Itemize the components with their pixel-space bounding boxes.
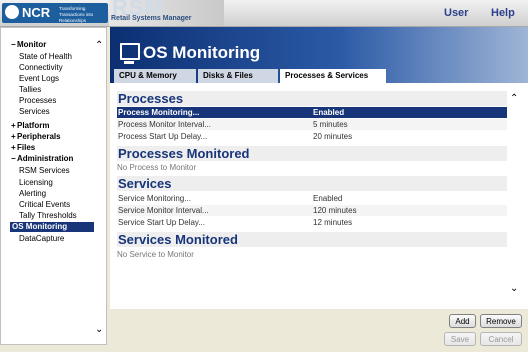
setting-value: 20 minutes <box>313 132 353 141</box>
empty-services-message: No Service to Monitor <box>117 250 194 259</box>
section-title-processes: Processes <box>117 91 507 106</box>
sidebar-item-datacapture[interactable]: DataCapture <box>19 234 64 244</box>
sidebar-item-state-of-health[interactable]: State of Health <box>19 52 72 62</box>
sidebar-item-licensing[interactable]: Licensing <box>19 178 53 188</box>
setting-value: Enabled <box>313 108 345 117</box>
table-row[interactable]: Process Monitoring... Enabled <box>117 107 507 118</box>
ncr-mark-icon <box>5 5 19 19</box>
ncr-logo: NCR Transforming Transactions into Relat… <box>2 3 108 23</box>
setting-label: Service Monitor Interval... <box>118 206 209 215</box>
setting-value: 5 minutes <box>313 120 348 129</box>
table-row[interactable]: Process Start Up Delay... 20 minutes <box>117 131 507 142</box>
setting-label: Process Start Up Delay... <box>118 132 208 141</box>
tab-cpu-memory[interactable]: CPU & Memory <box>114 69 196 83</box>
setting-value: 12 minutes <box>313 218 353 227</box>
table-row[interactable]: Process Monitor Interval... 5 minutes <box>117 119 507 130</box>
sidebar-item-os-monitoring[interactable]: OS Monitoring <box>10 222 94 232</box>
sidebar-category-monitor[interactable]: −Monitor <box>11 40 46 50</box>
setting-label: Service Monitoring... <box>118 194 191 203</box>
setting-label: Service Start Up Delay... <box>118 218 205 227</box>
sidebar-item-services[interactable]: Services <box>19 107 50 117</box>
sidebar-scroll-down-icon[interactable]: ⌄ <box>95 324 103 335</box>
content-scroll-up-icon[interactable]: ⌃ <box>510 93 518 104</box>
sidebar-category-files[interactable]: +Files <box>11 143 35 153</box>
sidebar-nav: ⌃ −Monitor State of Health Connectivity … <box>0 27 107 345</box>
sidebar-item-tallies[interactable]: Tallies <box>19 85 41 95</box>
rsm-logo: RSM Retail Systems Manager <box>109 0 224 26</box>
sidebar-item-alerting[interactable]: Alerting <box>19 189 46 199</box>
table-row[interactable]: Service Start Up Delay... 12 minutes <box>117 217 507 228</box>
section-title-processes-monitored: Processes Monitored <box>117 146 507 161</box>
top-bar: NCR Transforming Transactions into Relat… <box>0 0 528 27</box>
tab-disks-files[interactable]: Disks & Files <box>198 69 278 83</box>
content-scroll-down-icon[interactable]: ⌄ <box>510 283 518 294</box>
add-button[interactable]: Add <box>449 314 476 328</box>
sidebar-category-administration[interactable]: −Administration <box>11 154 73 164</box>
help-menu-link[interactable]: Help <box>491 7 515 19</box>
page-header: OS Monitoring CPU & Memory Disks & Files… <box>110 27 528 83</box>
sidebar-item-connectivity[interactable]: Connectivity <box>19 63 63 73</box>
monitor-icon <box>120 43 140 64</box>
ncr-tagline: Transforming Transactions into Relations… <box>59 6 94 23</box>
section-title-services: Services <box>117 176 507 191</box>
sidebar-item-rsm-services[interactable]: RSM Services <box>19 166 70 176</box>
page-title: OS Monitoring <box>143 43 261 62</box>
cancel-button[interactable]: Cancel <box>480 332 522 346</box>
sidebar-item-processes[interactable]: Processes <box>19 96 56 106</box>
setting-value: Enabled <box>313 194 343 203</box>
tab-processes-services[interactable]: Processes & Services <box>280 69 386 83</box>
ncr-name: NCR <box>22 5 51 20</box>
sidebar-item-event-logs[interactable]: Event Logs <box>19 74 59 84</box>
setting-label: Process Monitor Interval... <box>118 120 211 129</box>
empty-processes-message: No Process to Monitor <box>117 163 197 172</box>
section-title-services-monitored: Services Monitored <box>117 232 507 247</box>
setting-value: 120 minutes <box>313 206 357 215</box>
table-row[interactable]: Service Monitoring... Enabled <box>117 193 507 204</box>
sidebar-category-peripherals[interactable]: +Peripherals <box>11 132 61 142</box>
save-button[interactable]: Save <box>444 332 476 346</box>
sidebar-item-tally-thresholds[interactable]: Tally Thresholds <box>19 211 77 221</box>
sidebar-scroll-up-icon[interactable]: ⌃ <box>95 40 103 51</box>
setting-label: Process Monitoring... <box>118 108 200 117</box>
main-content: OS Monitoring CPU & Memory Disks & Files… <box>110 27 528 309</box>
sidebar-item-critical-events[interactable]: Critical Events <box>19 200 70 210</box>
table-row[interactable]: Service Monitor Interval... 120 minutes <box>117 205 507 216</box>
sidebar-category-platform[interactable]: +Platform <box>11 121 49 131</box>
remove-button[interactable]: Remove <box>480 314 522 328</box>
app-subtitle: Retail Systems Manager <box>111 15 192 22</box>
user-menu-link[interactable]: User <box>444 7 468 19</box>
